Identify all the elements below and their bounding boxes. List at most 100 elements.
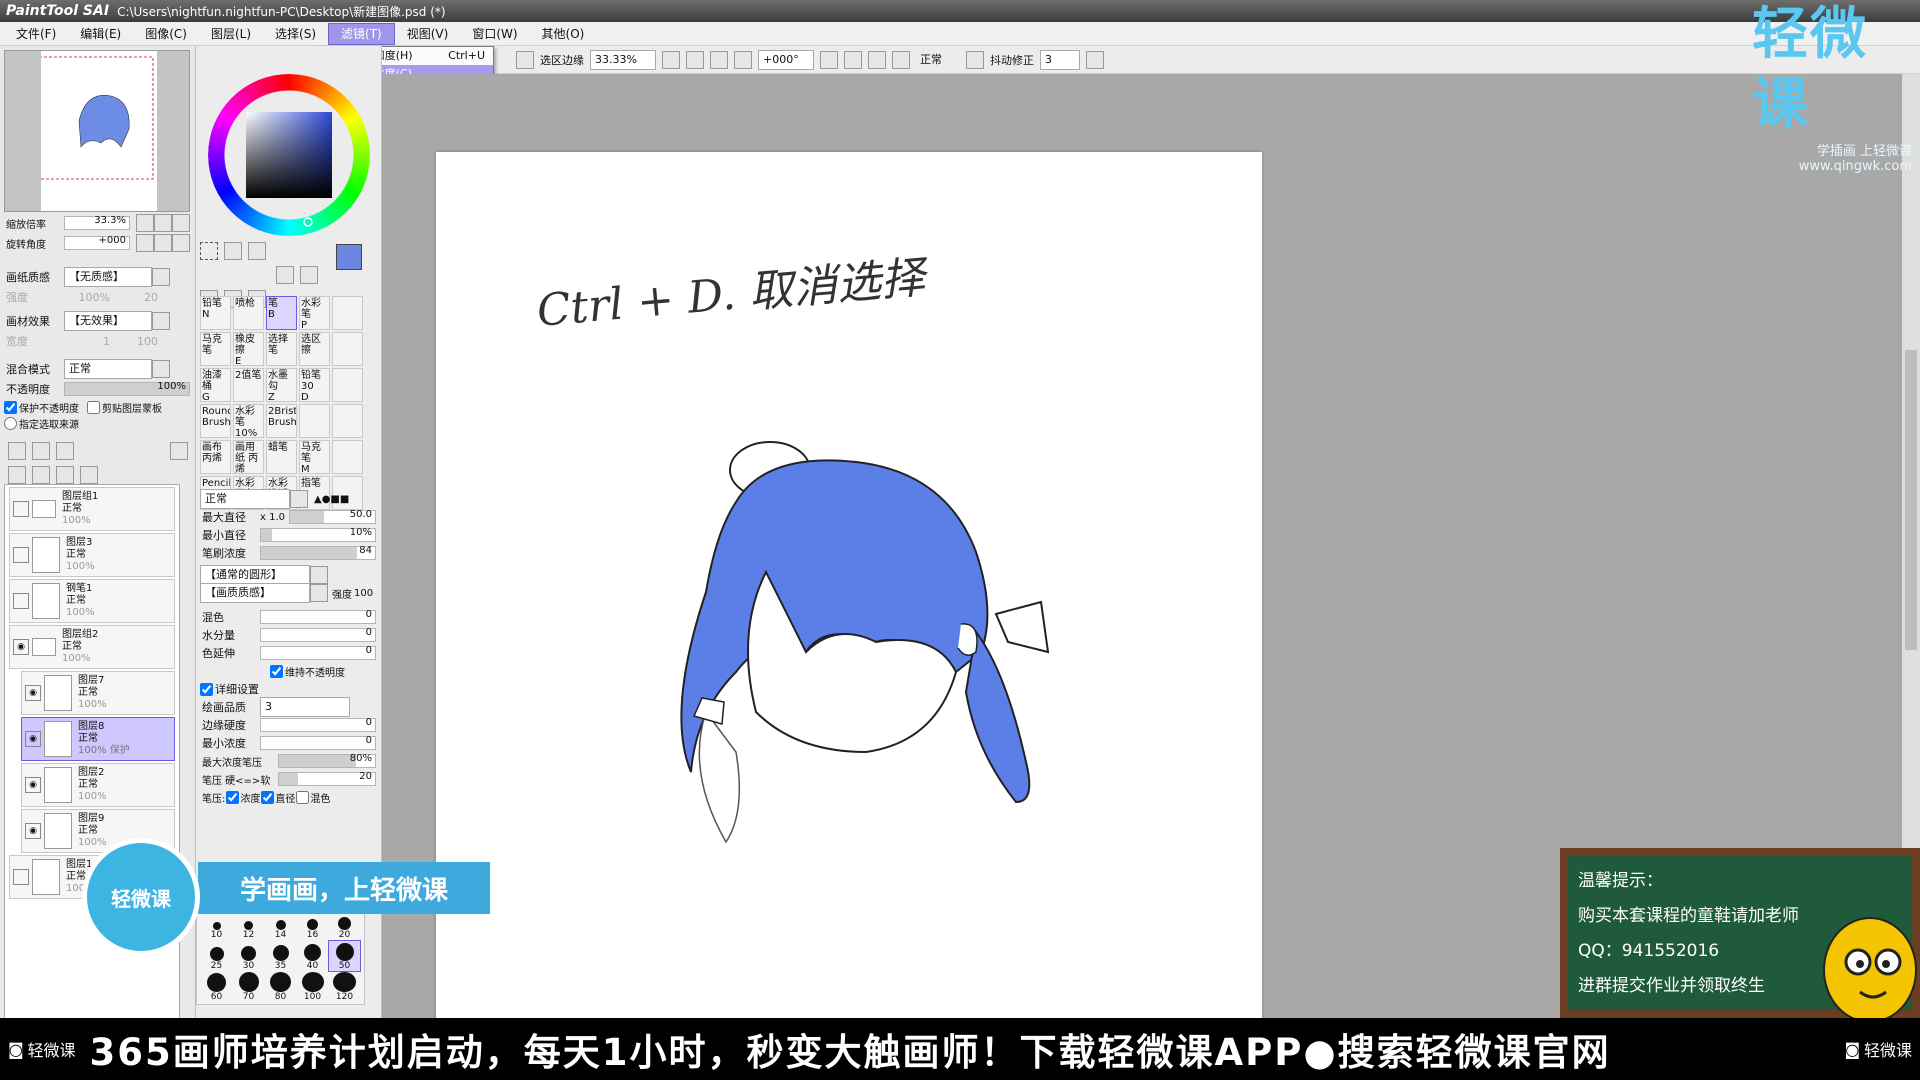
stabilizer-dropdown-icon[interactable] — [1086, 50, 1104, 69]
view-mode-select[interactable]: 正常 — [916, 51, 960, 69]
paper-texture-select[interactable]: 【无质感】 — [64, 267, 152, 287]
nav-zoom-fit-icon[interactable] — [172, 214, 190, 232]
nav-zoom-out-icon[interactable] — [136, 214, 154, 232]
brush-size-cell[interactable]: 70 — [233, 972, 264, 1002]
brush-cell[interactable]: Round Brush — [200, 404, 231, 438]
lasso-icon[interactable] — [224, 242, 242, 260]
rotate-dropdown-icon[interactable] — [820, 50, 838, 69]
quality-select[interactable]: 3 — [260, 697, 350, 717]
brush-cell[interactable] — [332, 440, 363, 474]
brush-size-cell[interactable]: 80 — [265, 972, 296, 1002]
brush-cell[interactable]: 马克笔 M — [299, 440, 330, 474]
move-icon[interactable] — [276, 266, 294, 284]
brush-cell[interactable] — [332, 368, 363, 402]
blend-mode-dropdown-icon[interactable] — [152, 360, 170, 378]
brush-cell[interactable]: 选择笔 — [266, 332, 297, 366]
brush-texture-dropdown-icon[interactable] — [310, 584, 328, 602]
clip-group-checkbox[interactable] — [87, 400, 100, 414]
zoom-tool-icon[interactable] — [300, 266, 318, 284]
brush-size-cell[interactable]: 12 — [233, 910, 264, 940]
density-slider[interactable]: 84 — [260, 545, 376, 560]
rotate-left-icon[interactable] — [844, 50, 862, 69]
min-density-slider[interactable]: 0 — [260, 735, 376, 750]
brush-cell[interactable]: 马克笔 — [200, 332, 231, 366]
brush-size-cell[interactable]: 50 — [328, 940, 361, 972]
menu-select[interactable]: 选择(S) — [263, 24, 328, 44]
brush-size-cell[interactable]: 100 — [297, 972, 328, 1002]
menu-file[interactable]: 文件(F) — [4, 24, 68, 44]
transfer-down-icon[interactable] — [8, 466, 26, 484]
brush-size-cell[interactable]: 30 — [233, 941, 264, 971]
brush-cell[interactable]: 水墨勾 Z — [266, 368, 297, 402]
brush-tip-shapes-icon[interactable]: ▲●■■ — [314, 494, 349, 505]
max-pressure-slider[interactable]: 80% — [278, 753, 376, 768]
paper-texture-dropdown-icon[interactable] — [152, 268, 170, 286]
brush-size-cell[interactable]: 20 — [329, 910, 360, 940]
brush-size-cell[interactable]: 25 — [201, 941, 232, 971]
brush-cell[interactable] — [299, 404, 330, 438]
brush-cell[interactable]: 2值笔 — [233, 368, 264, 402]
rotate-right-icon[interactable] — [868, 50, 886, 69]
nav-zoom-in-icon[interactable] — [154, 214, 172, 232]
select-edge-label[interactable]: 选区边缘 — [540, 52, 584, 68]
brush-cell-selected[interactable]: 笔B — [266, 296, 297, 330]
brush-cell[interactable]: 油漆桶 G — [200, 368, 231, 402]
brush-cell[interactable]: 橡皮擦 E — [233, 332, 264, 366]
brush-cell[interactable]: 蜡笔 — [266, 440, 297, 474]
zoom-slider[interactable]: 33.3% — [64, 215, 130, 230]
new-linework-layer-icon[interactable] — [32, 442, 50, 460]
new-layer-icon[interactable] — [8, 442, 26, 460]
nav-rotate-right-icon[interactable] — [154, 234, 172, 252]
pressure-size-checkbox[interactable] — [261, 790, 275, 804]
drawing-canvas[interactable]: Ctrl + D. 取消选择 — [436, 152, 1262, 1022]
brush-cell[interactable]: 铅笔 N — [200, 296, 231, 330]
stretch-slider[interactable]: 0 — [260, 645, 376, 660]
layer-panel-toggle-icon[interactable] — [170, 442, 188, 460]
rotate-slider[interactable]: +000 — [64, 235, 130, 250]
brush-texture-strength-value[interactable]: 100 — [354, 588, 373, 599]
layer-item[interactable]: 图层组1 正常 100% — [9, 487, 175, 531]
layer-item[interactable]: ◉ 图层7 正常 100% — [21, 671, 175, 715]
brush-cell[interactable]: 2Brist Brush — [266, 404, 297, 438]
nav-rotate-left-icon[interactable] — [136, 234, 154, 252]
new-folder-icon[interactable] — [56, 442, 74, 460]
merge-down-icon[interactable] — [32, 466, 50, 484]
visibility-toggle-icon[interactable]: ◉ — [13, 639, 29, 655]
brush-mode-select[interactable]: 正常 — [200, 489, 290, 509]
delete-layer-icon[interactable] — [80, 466, 98, 484]
menu-image[interactable]: 图像(C) — [133, 24, 199, 44]
detail-checkbox[interactable] — [200, 682, 213, 696]
min-size-slider[interactable]: 10% — [260, 527, 376, 542]
max-size-slider[interactable]: 50.0 — [289, 509, 376, 524]
brush-size-cell[interactable]: 16 — [297, 910, 328, 940]
pressure-density-checkbox[interactable] — [226, 790, 240, 804]
brush-size-cell[interactable]: 10 — [201, 910, 232, 940]
visibility-toggle-icon[interactable]: ◉ — [25, 685, 41, 701]
brush-cell[interactable] — [332, 296, 363, 330]
brush-cell[interactable]: 水彩笔 P — [299, 296, 330, 330]
water-slider[interactable]: 0 — [260, 627, 376, 642]
brush-texture-select[interactable]: 【画质质感】 — [200, 583, 310, 603]
rotate-reset-icon[interactable] — [892, 50, 910, 69]
selection-source-radio[interactable] — [4, 416, 17, 430]
brush-shape-dropdown-icon[interactable] — [310, 566, 328, 584]
brush-cell[interactable]: 画布 丙烯 — [200, 440, 231, 474]
menu-edit[interactable]: 编辑(E) — [68, 24, 133, 44]
visibility-toggle-icon[interactable] — [13, 501, 29, 517]
blend-slider[interactable]: 0 — [260, 609, 376, 624]
brush-cell[interactable]: 画用纸 丙烯 — [233, 440, 264, 474]
edge-slider[interactable]: 0 — [260, 717, 376, 732]
layer-item[interactable]: 钢笔1 正常 100% — [9, 579, 175, 623]
menu-view[interactable]: 视图(V) — [395, 24, 461, 44]
flip-icon[interactable] — [966, 50, 984, 69]
visibility-toggle-icon[interactable] — [13, 547, 29, 563]
brush-cell[interactable] — [332, 332, 363, 366]
brush-cell[interactable]: 喷枪 — [233, 296, 264, 330]
visibility-toggle-icon[interactable]: ◉ — [25, 777, 41, 793]
clear-layer-icon[interactable] — [56, 466, 74, 484]
brush-cell[interactable]: 铅笔30 D — [299, 368, 330, 402]
layer-item-selected[interactable]: ◉ 图层8 正常 100% 保护 — [21, 717, 175, 761]
preserve-opacity-checkbox[interactable] — [4, 400, 17, 414]
layer-item[interactable]: ◉ 图层2 正常 100% — [21, 763, 175, 807]
max-size-mult[interactable]: x 1.0 — [260, 512, 285, 523]
